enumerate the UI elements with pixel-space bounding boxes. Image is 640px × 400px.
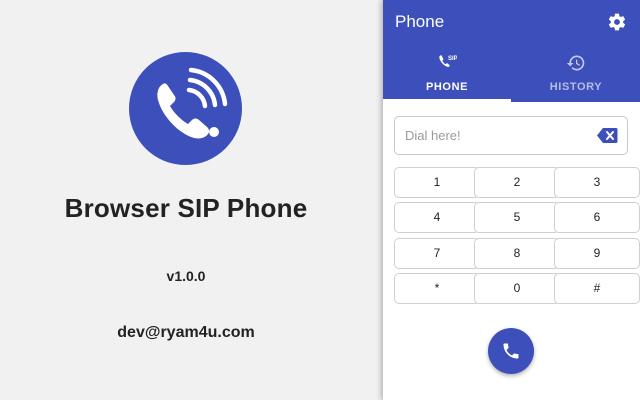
developer-email: dev@ryam4u.com [117,324,255,341]
key-8[interactable]: 8 [474,238,560,269]
key-0[interactable]: 0 [474,273,560,304]
app-logo [129,52,242,165]
clear-button[interactable] [596,127,618,144]
key-6[interactable]: 6 [554,202,640,233]
key-1[interactable]: 1 [394,167,480,198]
key-hash[interactable]: # [554,273,640,304]
svg-text:SIP: SIP [448,56,457,62]
tab-history-label: HISTORY [549,81,603,93]
panel-title: Phone [395,12,445,31]
key-4[interactable]: 4 [394,202,480,233]
gear-icon [608,13,626,31]
phone-panel: Phone SIP PHONE HISTORY Dial here! 1 2 3… [383,0,640,400]
app-bar: Phone SIP PHONE HISTORY [383,0,640,102]
keypad: 1 2 3 4 5 6 7 8 9 * 0 # [394,167,640,304]
active-tab-indicator [383,99,511,102]
settings-button[interactable] [607,12,627,32]
app-title: Browser SIP Phone [64,193,308,223]
key-3[interactable]: 3 [554,167,640,198]
tab-history[interactable]: HISTORY [512,48,640,102]
call-button[interactable] [488,328,534,374]
key-star[interactable]: * [394,273,480,304]
app-version: v1.0.0 [166,268,206,284]
dial-input[interactable] [405,117,585,154]
screen: Browser SIP Phone v1.0.0 dev@ryam4u.com … [0,0,640,400]
tab-phone-label: PHONE [425,81,469,93]
key-7[interactable]: 7 [394,238,480,269]
tab-phone[interactable]: SIP PHONE [383,48,511,102]
sip-phone-icon: SIP [439,55,457,67]
dial-field [394,116,628,155]
key-2[interactable]: 2 [474,167,560,198]
key-5[interactable]: 5 [474,202,560,233]
backspace-icon [597,128,618,143]
promo-area: Browser SIP Phone v1.0.0 dev@ryam4u.com [0,0,382,400]
history-icon [566,55,585,71]
key-9[interactable]: 9 [554,238,640,269]
phone-waves-icon [157,67,228,139]
phone-icon [503,343,519,359]
